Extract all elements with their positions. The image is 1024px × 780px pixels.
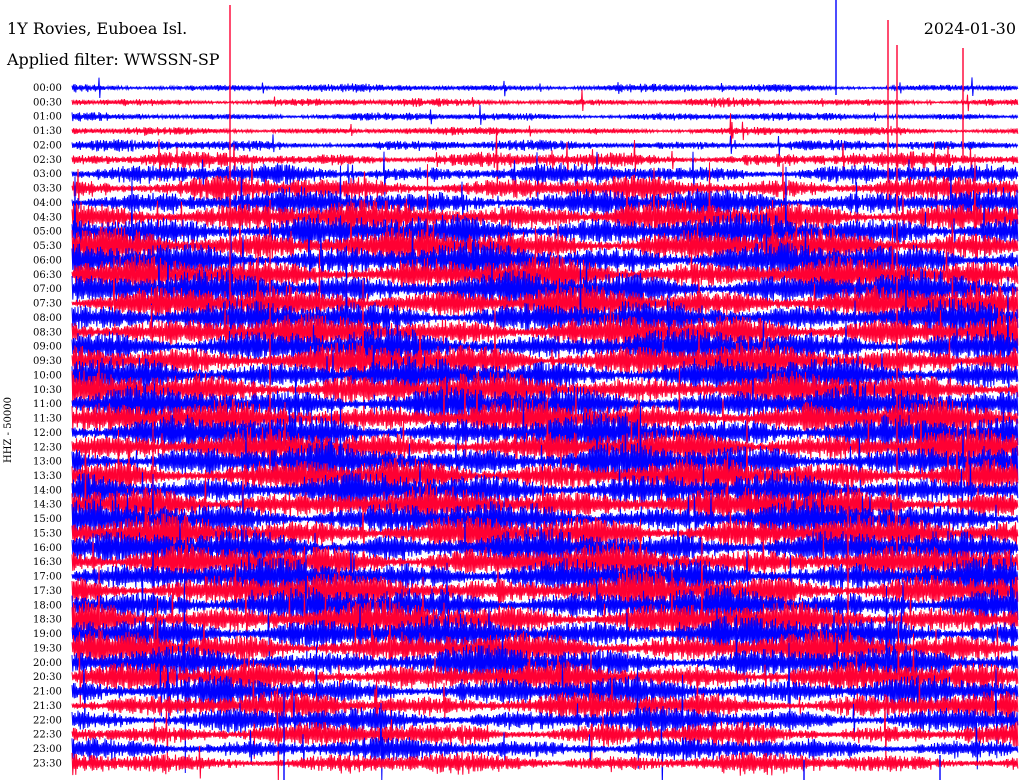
row-label: 04:30 — [33, 212, 62, 223]
row-label: 22:30 — [33, 730, 62, 741]
row-label: 16:30 — [33, 557, 62, 568]
row-label: 18:30 — [33, 615, 62, 626]
row-label: 05:00 — [33, 227, 62, 238]
row-label: 23:30 — [33, 758, 62, 769]
row-label: 17:00 — [33, 572, 62, 583]
row-label: 01:00 — [33, 112, 62, 123]
row-label: 14:00 — [33, 485, 62, 496]
row-label: 17:30 — [33, 586, 62, 597]
trace-0030 — [71, 89, 1019, 112]
row-label: 15:30 — [33, 528, 62, 539]
row-label: 11:30 — [33, 414, 62, 425]
row-label: 14:30 — [33, 500, 62, 511]
row-label: 00:30 — [33, 97, 62, 108]
row-label: 11:00 — [33, 399, 62, 410]
seismogram-plot: 00:00 00:30 01:00 01:30 02:00 02:30 03:00 03:30… — [33, 0, 1019, 780]
row-label: 00:00 — [33, 83, 62, 94]
row-label: 19:30 — [33, 643, 62, 654]
row-label: 20:00 — [33, 658, 62, 669]
row-label: 21:00 — [33, 687, 62, 698]
trace-0100 — [71, 104, 1019, 125]
row-label-group: 00:00 00:30 01:00 01:30 02:00 02:30 03:00 03:30… — [33, 83, 62, 769]
row-label: 18:00 — [33, 600, 62, 611]
row-label: 13:30 — [33, 471, 62, 482]
row-label: 08:30 — [33, 327, 62, 338]
row-label: 06:30 — [33, 270, 62, 281]
row-label: 01:30 — [33, 126, 62, 137]
row-label: 13:00 — [33, 457, 62, 468]
trace-group — [71, 0, 1019, 780]
row-label: 04:00 — [33, 198, 62, 209]
row-label: 16:00 — [33, 543, 62, 554]
row-label: 10:30 — [33, 385, 62, 396]
row-label: 03:00 — [33, 169, 62, 180]
row-label: 12:30 — [33, 442, 62, 453]
trace-0200 — [71, 134, 1019, 156]
row-label: 09:30 — [33, 356, 62, 367]
row-label: 22:00 — [33, 715, 62, 726]
row-label: 07:00 — [33, 284, 62, 295]
row-label: 05:30 — [33, 241, 62, 252]
row-label: 06:00 — [33, 255, 62, 266]
row-label: 21:30 — [33, 701, 62, 712]
row-label: 20:30 — [33, 672, 62, 683]
row-label: 03:30 — [33, 184, 62, 195]
row-label: 15:00 — [33, 514, 62, 525]
row-label: 12:00 — [33, 428, 62, 439]
row-label: 07:30 — [33, 299, 62, 310]
row-label: 23:00 — [33, 744, 62, 755]
row-label: 08:00 — [33, 313, 62, 324]
row-label: 02:30 — [33, 155, 62, 166]
trace-0000 — [71, 77, 1019, 99]
row-label: 19:00 — [33, 629, 62, 640]
row-label: 10:00 — [33, 370, 62, 381]
row-label: 09:00 — [33, 342, 62, 353]
row-label: 02:00 — [33, 140, 62, 151]
